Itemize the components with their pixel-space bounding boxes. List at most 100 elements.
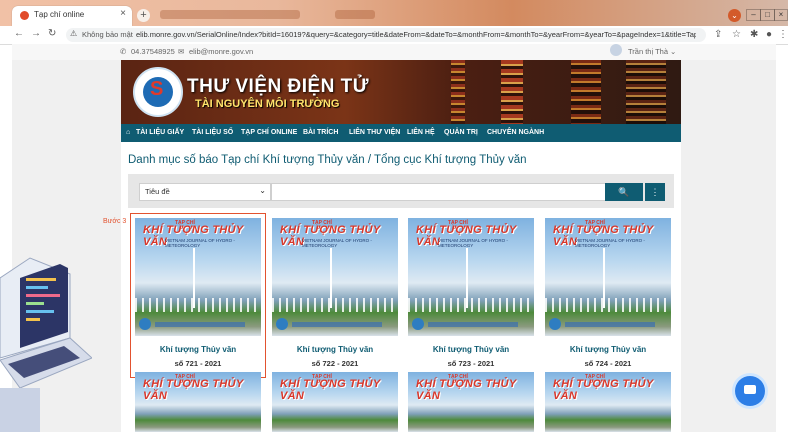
close-window-button[interactable]: × (774, 9, 788, 21)
issue-cover[interactable]: TẠP CHÍ KHÍ TƯỢNG THỦY VĂN (408, 372, 534, 432)
url-field[interactable]: ⚠ Không bảo mật elib.monre.gov.vn/Serial… (66, 28, 706, 42)
issue-card[interactable]: TẠP CHÍ KHÍ TƯỢNG THỦY VĂN VIETNAM JOURN… (408, 218, 534, 373)
contact-phone: 04.37548925 (131, 47, 175, 56)
tab-favicon-icon (20, 11, 29, 20)
issue-name[interactable]: Khí tượng Thủy văn (408, 345, 534, 354)
cover-footer (155, 322, 245, 327)
user-chevron-icon[interactable]: ⌄ (670, 47, 676, 56)
cover-logo-icon (276, 318, 288, 330)
blurred-tab (335, 10, 375, 19)
site-title: THƯ VIỆN ĐIỆN TỬ (187, 76, 370, 97)
issue-cover[interactable]: TẠP CHÍ KHÍ TƯỢNG THỦY VĂN VIETNAM JOURN… (408, 218, 534, 336)
page-title: Danh mục số báo Tạp chí Khí tượng Thủy v… (128, 154, 527, 166)
issue-cover[interactable]: TẠP CHÍ KHÍ TƯỢNG THỦY VĂN VIETNAM JOURN… (545, 218, 671, 336)
cover-footer (428, 322, 518, 327)
cover-fence (272, 298, 398, 312)
url-text[interactable]: elib.monre.gov.vn/SerialOnline/Index?bit… (136, 30, 696, 39)
cover-subtitle: VIETNAM JOURNAL OF HYDRO - METEOROLOGY (438, 238, 508, 248)
maximize-button[interactable]: □ (760, 9, 775, 21)
issue-cover[interactable]: TẠP CHÍ KHÍ TƯỢNG THỦY VĂN VIETNAM JOURN… (272, 218, 398, 336)
issue-name[interactable]: Khí tượng Thủy văn (545, 345, 671, 354)
back-arrow-icon[interactable]: ← (14, 28, 24, 39)
new-tab-button[interactable]: + (137, 9, 150, 22)
mail-icon: ✉ (178, 47, 185, 56)
cover-fence (545, 298, 671, 312)
cover-fence (135, 298, 261, 312)
menu-item-chuyen-nganh[interactable]: CHUYÊN NGÀNH (487, 129, 544, 136)
search-field-select[interactable]: Tiêu đề ⌄ (139, 183, 271, 201)
issue-card[interactable]: TẠP CHÍ KHÍ TƯỢNG THỦY VĂN VIETNAM JOURN… (272, 218, 398, 373)
more-vertical-icon: ⋮ (650, 187, 660, 197)
menu-item-tai-lieu-so[interactable]: TÀI LIỆU SỐ (192, 129, 233, 136)
issue-number: số 721 - 2021 (174, 359, 222, 368)
search-button[interactable]: 🔍 (605, 183, 643, 201)
main-menu: ⌂ TÀI LIỆU GIẤY TÀI LIỆU SỐ TẠP CHÍ ONLI… (121, 124, 681, 142)
user-name[interactable]: Trần thị Thà (628, 47, 668, 56)
menu-item-tai-lieu-giay[interactable]: TÀI LIỆU GIẤY (136, 129, 184, 136)
step-label: Bước 3 (103, 218, 127, 225)
issue-card[interactable]: TẠP CHÍ KHÍ TƯỢNG THỦY VĂN (545, 372, 671, 432)
issue-card[interactable]: TẠP CHÍ KHÍ TƯỢNG THỦY VĂN (408, 372, 534, 432)
issue-card[interactable]: TẠP CHÍ KHÍ TƯỢNG THỦY VĂN (272, 372, 398, 432)
cover-brand: KHÍ TƯỢNG THỦY VĂN (280, 378, 381, 402)
chat-button[interactable] (735, 376, 765, 406)
issue-card[interactable]: TẠP CHÍ KHÍ TƯỢNG THỦY VĂN (135, 372, 261, 432)
minimize-button[interactable]: – (746, 9, 761, 21)
issue-card[interactable]: TẠP CHÍ KHÍ TƯỢNG THỦY VĂN VIETNAM JOURN… (545, 218, 671, 373)
cover-subtitle: VIETNAM JOURNAL OF HYDRO - METEOROLOGY (575, 238, 645, 248)
site-banner: S THƯ VIỆN ĐIỆN TỬ TÀI NGUYÊN MÔI TRƯỜNG (121, 60, 681, 124)
menu-item-lien-he[interactable]: LIÊN HỆ (407, 129, 435, 136)
site-subtitle: TÀI NGUYÊN MÔI TRƯỜNG (195, 98, 340, 110)
cover-brand: KHÍ TƯỢNG THỦY VĂN (553, 378, 654, 402)
share-icon[interactable]: ⇪ (714, 29, 722, 40)
menu-dots-icon[interactable]: ⋮ (778, 29, 788, 40)
more-options-button[interactable]: ⋮ (645, 183, 665, 201)
issue-card[interactable]: TẠP CHÍ KHÍ TƯỢNG THỦY VĂN VIETNAM JOURN… (130, 213, 266, 378)
contact-bar: ✆ 04.37548925 ✉ elib@monre.gov.vn Trần t… (12, 44, 776, 60)
bookshelf-decoration (626, 60, 666, 124)
profile-icon[interactable]: ● (766, 29, 772, 40)
laptop-illustration-icon (0, 257, 92, 432)
chat-bubble-icon (744, 385, 756, 394)
menu-item-lien-thu-vien[interactable]: LIÊN THƯ VIỆN (349, 129, 400, 136)
issue-cover[interactable]: TẠP CHÍ KHÍ TƯỢNG THỦY VĂN (135, 372, 261, 432)
profile-chevron-icon[interactable]: ⌄ (728, 9, 741, 22)
issue-number: số 724 - 2021 (584, 359, 632, 368)
menu-item-tap-chi-online[interactable]: TẠP CHÍ ONLINE (241, 129, 297, 136)
cover-logo-icon (549, 318, 561, 330)
address-bar: ← → ↻ ⚠ Không bảo mật elib.monre.gov.vn/… (0, 26, 788, 45)
search-input[interactable] (271, 183, 606, 201)
tab-title: Tạp chí online (34, 10, 85, 19)
reload-icon[interactable]: ↻ (48, 28, 56, 39)
site-logo[interactable]: S (133, 67, 183, 117)
cover-subtitle: VIETNAM JOURNAL OF HYDRO - METEOROLOGY (165, 238, 235, 248)
issue-name[interactable]: Khí tượng Thủy văn (272, 345, 398, 354)
insecure-label: Không bảo mật (82, 30, 133, 39)
issue-name[interactable]: Khí tượng Thủy văn (135, 345, 261, 354)
menu-item-bai-trich[interactable]: BÀI TRÍCH (303, 129, 338, 136)
extensions-icon[interactable]: ✱ (750, 29, 758, 40)
search-field-value: Tiêu đề (145, 187, 170, 196)
contact-email[interactable]: elib@monre.gov.vn (189, 47, 253, 56)
blurred-tab (160, 10, 300, 19)
forward-arrow-icon[interactable]: → (31, 28, 41, 39)
bookshelf-decoration (571, 60, 601, 124)
issue-cover[interactable]: TẠP CHÍ KHÍ TƯỢNG THỦY VĂN VIETNAM JOURN… (135, 218, 261, 336)
avatar[interactable] (610, 44, 622, 56)
issue-number: số 723 - 2021 (447, 359, 495, 368)
issue-number: số 722 - 2021 (311, 359, 359, 368)
cover-footer (292, 322, 382, 327)
menu-item-quan-tri[interactable]: QUẢN TRỊ (444, 129, 478, 136)
browser-tab[interactable]: Tạp chí online × (12, 6, 132, 26)
tab-close-icon[interactable]: × (120, 8, 126, 19)
issue-cover[interactable]: TẠP CHÍ KHÍ TƯỢNG THỦY VĂN (272, 372, 398, 432)
cover-brand: KHÍ TƯỢNG THỦY VĂN (143, 378, 244, 402)
cover-logo-icon (139, 318, 151, 330)
logo-mark-icon: S (150, 78, 164, 100)
home-icon[interactable]: ⌂ (126, 129, 130, 136)
bookshelf-decoration (501, 60, 523, 124)
cover-subtitle: VIETNAM JOURNAL OF HYDRO - METEOROLOGY (302, 238, 372, 248)
warning-icon[interactable]: ⚠ (70, 29, 77, 38)
issue-cover[interactable]: TẠP CHÍ KHÍ TƯỢNG THỦY VĂN (545, 372, 671, 432)
bookmark-star-icon[interactable]: ☆ (732, 29, 741, 40)
